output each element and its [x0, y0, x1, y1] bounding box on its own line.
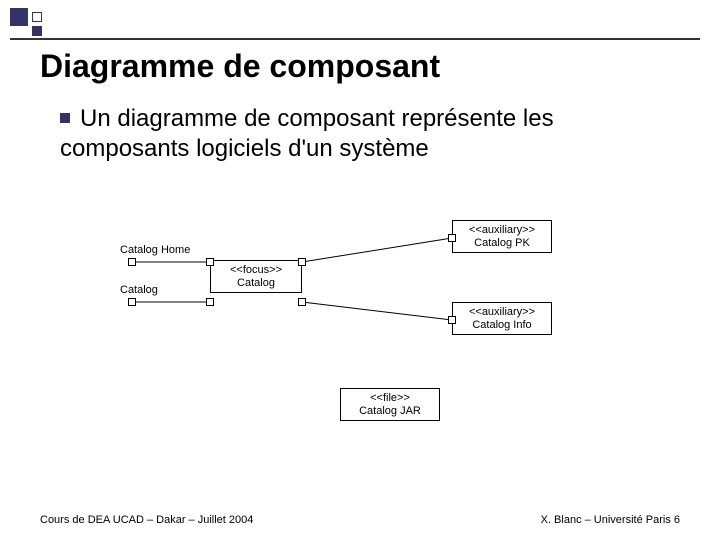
provided-interface-dot	[128, 298, 136, 306]
stereotype-label: <<auxiliary>>	[459, 224, 545, 237]
component-catalog-info: <<auxiliary>> Catalog Info	[452, 302, 552, 335]
slide-divider	[10, 38, 700, 40]
bullet-item: Un diagramme de composant représente les…	[60, 104, 680, 164]
component-name-label: Catalog Info	[459, 319, 545, 332]
slide-decor-box-small2	[32, 26, 42, 36]
required-interface-dot	[206, 258, 214, 266]
interface-catalog-label: Catalog	[120, 284, 158, 296]
required-interface-dot	[448, 234, 456, 242]
component-name-label: Catalog	[217, 277, 295, 290]
component-catalog-jar: <<file>> Catalog JAR	[340, 388, 440, 421]
stereotype-label: <<file>>	[347, 392, 433, 405]
interface-home-label: Catalog Home	[120, 244, 190, 256]
stereotype-label: <<auxiliary>>	[459, 306, 545, 319]
required-interface-dot	[448, 316, 456, 324]
component-catalog-focus: <<focus>> Catalog	[210, 260, 302, 293]
slide-title: Diagramme de composant	[40, 48, 440, 85]
slide-decor-box-large	[10, 8, 28, 26]
component-name-label: Catalog JAR	[347, 405, 433, 418]
provided-interface-dot	[128, 258, 136, 266]
provided-interface-dot	[298, 258, 306, 266]
footer-right: X. Blanc – Université Paris 6	[541, 514, 680, 526]
bullet-icon	[60, 113, 70, 123]
bullet-text: Un diagramme de composant représente les…	[60, 105, 554, 162]
footer-left: Cours de DEA UCAD – Dakar – Juillet 2004	[40, 514, 253, 526]
slide-decor-box-small1	[32, 12, 42, 22]
component-catalog-pk: <<auxiliary>> Catalog PK	[452, 220, 552, 253]
component-diagram: Catalog Home Catalog <<focus>> Catalog <…	[120, 220, 620, 460]
stereotype-label: <<focus>>	[217, 264, 295, 277]
provided-interface-dot	[298, 298, 306, 306]
required-interface-dot	[206, 298, 214, 306]
diagram-connectors	[120, 220, 620, 460]
component-name-label: Catalog PK	[459, 237, 545, 250]
